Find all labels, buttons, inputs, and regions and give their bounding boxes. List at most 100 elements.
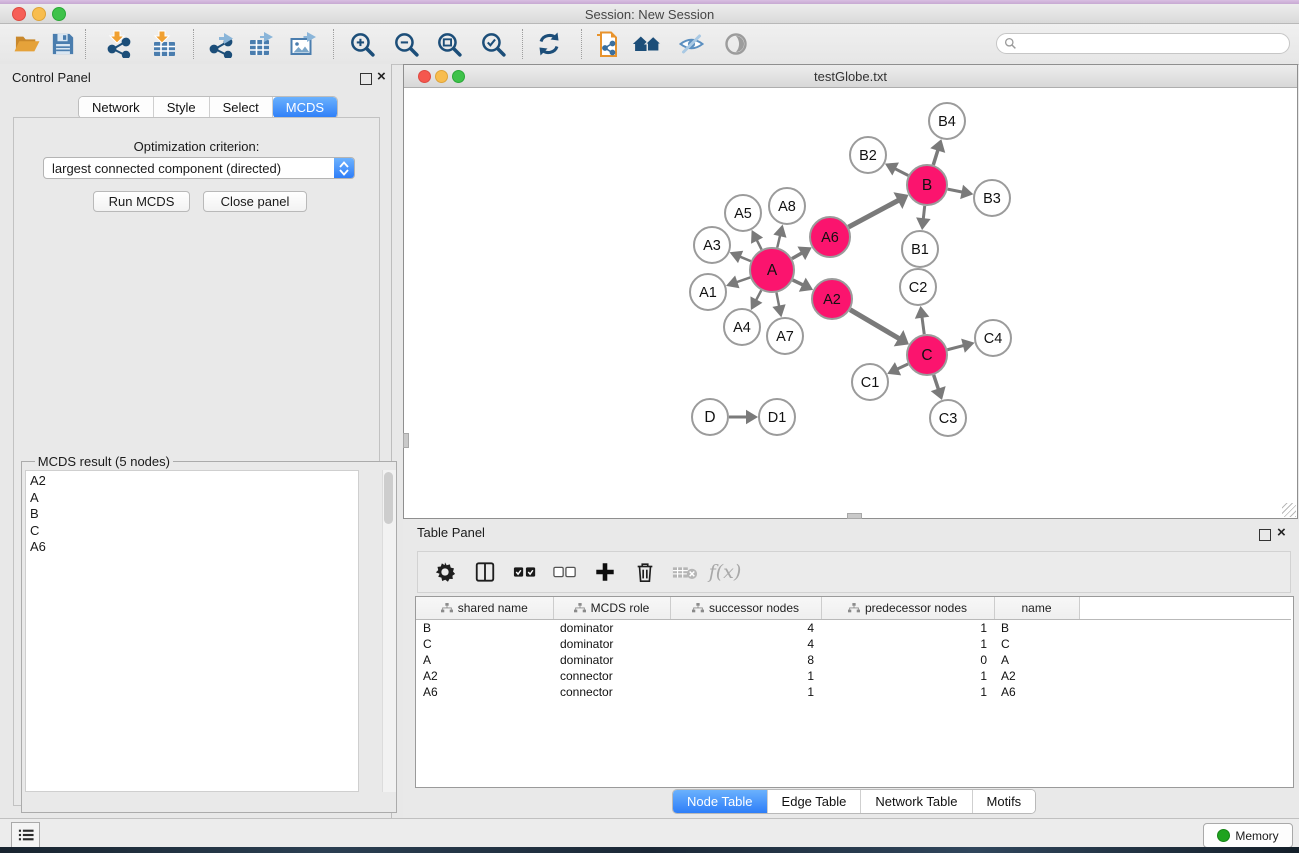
cell-predecessor-nodes[interactable]: 1 (821, 668, 994, 684)
cell-name[interactable]: C (994, 636, 1079, 652)
show-eye-icon[interactable] (721, 30, 751, 58)
column-header-MCDS-role[interactable]: MCDS role (553, 597, 670, 620)
cell-shared-name[interactable]: A (416, 652, 553, 668)
edge-B-B1[interactable] (923, 206, 924, 219)
cell-MCDS-role[interactable]: dominator (553, 652, 670, 668)
edge-C-C2[interactable] (922, 317, 924, 334)
edge-B-B2[interactable] (895, 169, 909, 176)
edge-A-A2[interactable] (793, 280, 803, 285)
network-graph[interactable]: AA1A3A4A5A7A8A6A2BB1B2B3B4CC1C2C3C4DD1 (405, 88, 1296, 517)
cell-shared-name[interactable]: B (416, 620, 553, 637)
run-mcds-button[interactable]: Run MCDS (93, 191, 190, 212)
save-session-icon[interactable] (48, 30, 78, 58)
result-scrollbar[interactable] (382, 470, 396, 792)
tab-mcds[interactable]: MCDS (273, 97, 337, 118)
close-panel-icon[interactable]: × (377, 69, 386, 85)
window-resize-grip[interactable] (1282, 503, 1296, 517)
search-input[interactable] (996, 33, 1290, 54)
cell-MCDS-role[interactable]: dominator (553, 620, 670, 637)
hide-eye-icon[interactable] (676, 30, 706, 58)
edge-B-B4[interactable] (933, 150, 938, 165)
table-row[interactable]: A6connector11A6 (416, 684, 1291, 700)
cell-successor-nodes[interactable]: 4 (670, 636, 821, 652)
zoom-selected-icon[interactable] (478, 30, 508, 58)
splitter-handle[interactable] (403, 433, 409, 448)
result-item[interactable]: A6 (30, 539, 358, 556)
add-icon[interactable] (592, 559, 618, 585)
cell-successor-nodes[interactable]: 8 (670, 652, 821, 668)
cell-name[interactable]: B (994, 620, 1079, 637)
edge-B-B3[interactable] (948, 189, 963, 192)
optimization-criterion-dropdown[interactable]: largest connected component (directed) (43, 157, 355, 179)
cell-MCDS-role[interactable]: connector (553, 684, 670, 700)
edge-C-C1[interactable] (897, 364, 908, 369)
close-panel-button[interactable]: Close panel (203, 191, 307, 212)
cell-MCDS-role[interactable]: connector (553, 668, 670, 684)
export-network-icon[interactable] (206, 30, 236, 58)
open-session-icon[interactable] (12, 30, 42, 58)
memory-button[interactable]: Memory (1203, 823, 1293, 848)
result-item[interactable]: A2 (30, 473, 358, 490)
result-item[interactable]: B (30, 506, 358, 523)
edge-A-A8[interactable] (777, 235, 780, 247)
edge-A-A6[interactable] (792, 253, 802, 259)
column-header-successor-nodes[interactable]: successor nodes (670, 597, 821, 620)
cell-predecessor-nodes[interactable]: 1 (821, 684, 994, 700)
zoom-in-icon[interactable] (347, 30, 377, 58)
tab-motifs[interactable]: Motifs (973, 790, 1036, 813)
cell-MCDS-role[interactable]: dominator (553, 636, 670, 652)
zoom-fit-icon[interactable] (434, 30, 464, 58)
table-row[interactable]: A2connector11A2 (416, 668, 1291, 684)
clone-network-icon[interactable] (592, 30, 622, 58)
import-table-icon[interactable] (149, 30, 179, 58)
table-close-panel-icon[interactable]: × (1277, 525, 1286, 541)
table-row[interactable]: Cdominator41C (416, 636, 1291, 652)
result-scrollbar-thumb[interactable] (384, 472, 393, 524)
edge-A6-B[interactable] (849, 200, 899, 227)
import-network-icon[interactable] (104, 30, 134, 58)
cell-successor-nodes[interactable]: 1 (670, 668, 821, 684)
cell-shared-name[interactable]: A6 (416, 684, 553, 700)
column-header-shared-name[interactable]: shared name (416, 597, 553, 620)
tab-network[interactable]: Network (79, 97, 154, 118)
network-canvas[interactable]: AA1A3A4A5A7A8A6A2BB1B2B3B4CC1C2C3C4DD1 (405, 88, 1296, 517)
cell-name[interactable]: A (994, 652, 1079, 668)
edge-C-C3[interactable] (934, 375, 939, 390)
tab-network-table[interactable]: Network Table (861, 790, 972, 813)
export-table-icon[interactable] (246, 30, 276, 58)
table-row[interactable]: Adominator80A (416, 652, 1291, 668)
tab-style[interactable]: Style (154, 97, 210, 118)
select-all-checkboxes-icon[interactable] (512, 559, 538, 585)
cell-successor-nodes[interactable]: 1 (670, 684, 821, 700)
cell-predecessor-nodes[interactable]: 0 (821, 652, 994, 668)
panel-selector-button[interactable] (11, 822, 40, 848)
delete-icon[interactable] (632, 559, 658, 585)
table-row[interactable]: Bdominator41B (416, 620, 1291, 637)
tab-edge-table[interactable]: Edge Table (768, 790, 862, 813)
edge-A-A3[interactable] (740, 257, 751, 262)
result-item[interactable]: A (30, 490, 358, 507)
export-image-icon[interactable] (288, 30, 318, 58)
cell-predecessor-nodes[interactable]: 1 (821, 636, 994, 652)
cell-predecessor-nodes[interactable]: 1 (821, 620, 994, 637)
columns-icon[interactable] (472, 559, 498, 585)
cell-name[interactable]: A2 (994, 668, 1079, 684)
column-header-name[interactable]: name (994, 597, 1079, 620)
result-item[interactable]: C (30, 523, 358, 540)
edge-A-A4[interactable] (756, 290, 761, 300)
tab-node-table[interactable]: Node Table (673, 790, 768, 813)
column-header-predecessor-nodes[interactable]: predecessor nodes (821, 597, 994, 620)
mcds-result-list[interactable]: A2ABCA6 (25, 470, 359, 792)
tab-select[interactable]: Select (210, 97, 273, 118)
deselect-all-checkboxes-icon[interactable] (552, 559, 578, 585)
edge-A-A5[interactable] (757, 240, 762, 250)
table-float-panel-icon[interactable] (1259, 529, 1271, 541)
edge-A-A7[interactable] (776, 293, 779, 307)
cell-name[interactable]: A6 (994, 684, 1079, 700)
edge-A-A1[interactable] (736, 277, 750, 282)
home-icon[interactable] (632, 30, 662, 58)
cell-shared-name[interactable]: A2 (416, 668, 553, 684)
cell-shared-name[interactable]: C (416, 636, 553, 652)
cell-successor-nodes[interactable]: 4 (670, 620, 821, 637)
edge-C-C4[interactable] (947, 345, 964, 349)
